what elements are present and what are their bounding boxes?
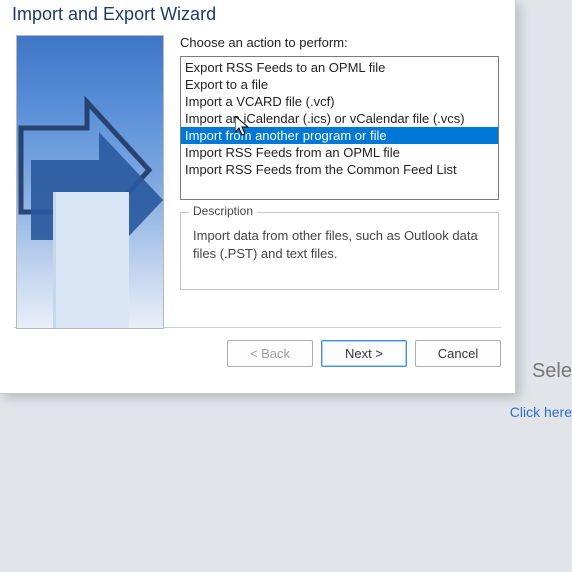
option-import-rss-opml[interactable]: Import RSS Feeds from an OPML file [181,144,498,161]
dialog-title: Import and Export Wizard [0,0,515,25]
cancel-button[interactable]: Cancel [415,340,501,367]
option-export-rss-opml[interactable]: Export RSS Feeds to an OPML file [181,59,498,76]
option-import-rss-common[interactable]: Import RSS Feeds from the Common Feed Li… [181,161,498,178]
background-link-fragment[interactable]: Click here [510,404,572,420]
action-listbox[interactable]: Export RSS Feeds to an OPML file Export … [180,56,499,200]
arrow-illustration-icon [17,36,163,328]
dialog-button-row: < Back Next > Cancel [0,328,515,367]
description-text: Import data from other files, such as Ou… [193,227,486,262]
option-import-vcard[interactable]: Import a VCARD file (.vcf) [181,93,498,110]
option-import-icalendar[interactable]: Import an iCalendar (.ics) or vCalendar … [181,110,498,127]
description-heading: Description [189,204,257,218]
description-groupbox: Description Import data from other files… [180,212,499,290]
wizard-illustration [16,35,164,329]
next-button[interactable]: Next > [321,340,407,367]
option-import-from-program-or-file[interactable]: Import from another program or file [181,127,498,144]
background-heading-fragment: Sele [532,360,572,383]
action-prompt-label: Choose an action to perform: [180,35,499,50]
option-export-to-file[interactable]: Export to a file [181,76,498,93]
back-button[interactable]: < Back [227,340,313,367]
import-export-wizard-dialog: Import and Export Wizard Choose an actio… [0,0,516,394]
